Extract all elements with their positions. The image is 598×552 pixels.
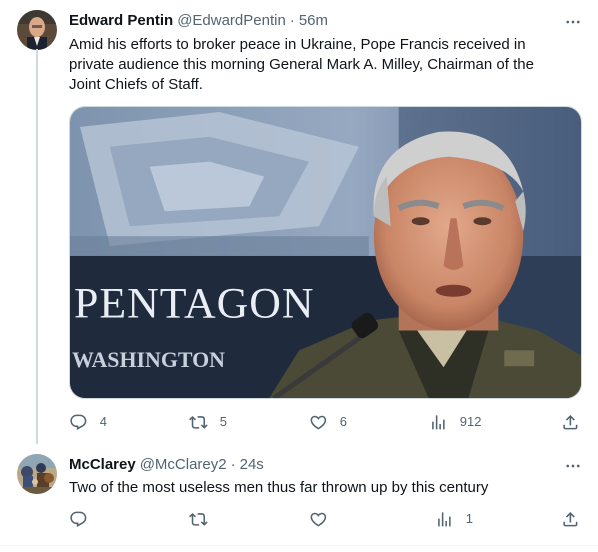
tweet-header: McClarey @McClarey2 · 24s	[69, 455, 264, 475]
thread-connector-line	[36, 49, 38, 444]
views-button[interactable]: 912	[429, 412, 481, 432]
tweet-header: Edward Pentin @EdwardPentin · 56m	[69, 11, 328, 31]
like-icon	[310, 512, 327, 527]
bottom-divider	[0, 545, 598, 546]
reply-button[interactable]: 4	[69, 412, 107, 432]
tweet-text: Two of the most useless men thus far thr…	[69, 479, 489, 496]
share-button[interactable]	[561, 412, 580, 432]
tweet-text: Amid his efforts to broker peace in Ukra…	[69, 36, 534, 93]
like-count: 6	[339, 414, 347, 429]
avatar[interactable]	[17, 454, 57, 494]
like-icon	[310, 415, 327, 430]
header-separator: ·	[289, 12, 295, 29]
like-button[interactable]	[309, 509, 340, 529]
tweet-timestamp[interactable]: 56m	[299, 11, 328, 31]
retweet-button[interactable]: 5	[189, 412, 227, 432]
reply-icon	[70, 414, 87, 430]
more-icon[interactable]	[563, 456, 583, 476]
header-separator: ·	[230, 456, 236, 473]
reply-button[interactable]	[69, 509, 100, 529]
author-handle[interactable]: @EdwardPentin	[177, 11, 286, 31]
author-name[interactable]: Edward Pentin	[69, 11, 173, 31]
retweet-icon	[189, 415, 208, 429]
tweet-actions: 4 5 6 912	[69, 412, 582, 432]
share-icon	[563, 414, 578, 430]
author-handle[interactable]: @McClarey2	[140, 455, 227, 475]
views-count: 1	[465, 511, 473, 526]
author-name[interactable]: McClarey	[69, 455, 136, 475]
views-button[interactable]: 1	[435, 509, 473, 529]
views-icon	[438, 511, 451, 527]
reply-icon	[70, 511, 87, 527]
share-icon	[563, 511, 578, 527]
tweet-media-image[interactable]: PENTAGON WASHINGTON	[69, 106, 582, 399]
tweet-actions: 1	[69, 509, 582, 529]
retweet-count: 5	[219, 414, 227, 429]
tweet-timestamp[interactable]: 24s	[240, 455, 264, 475]
reply-count: 4	[99, 414, 107, 429]
avatar[interactable]	[17, 10, 57, 50]
views-icon	[432, 414, 445, 430]
retweet-icon	[189, 512, 208, 526]
sign-subtext: WASHINGTON	[72, 348, 225, 372]
more-icon[interactable]	[563, 12, 583, 32]
views-count: 912	[459, 414, 482, 429]
share-button[interactable]	[561, 509, 580, 529]
sign-text: PENTAGON	[74, 280, 315, 328]
tweet-thread: Edward Pentin @EdwardPentin · 56m Amid h…	[0, 0, 598, 552]
like-button[interactable]: 6	[309, 412, 347, 432]
retweet-button[interactable]	[189, 509, 220, 529]
